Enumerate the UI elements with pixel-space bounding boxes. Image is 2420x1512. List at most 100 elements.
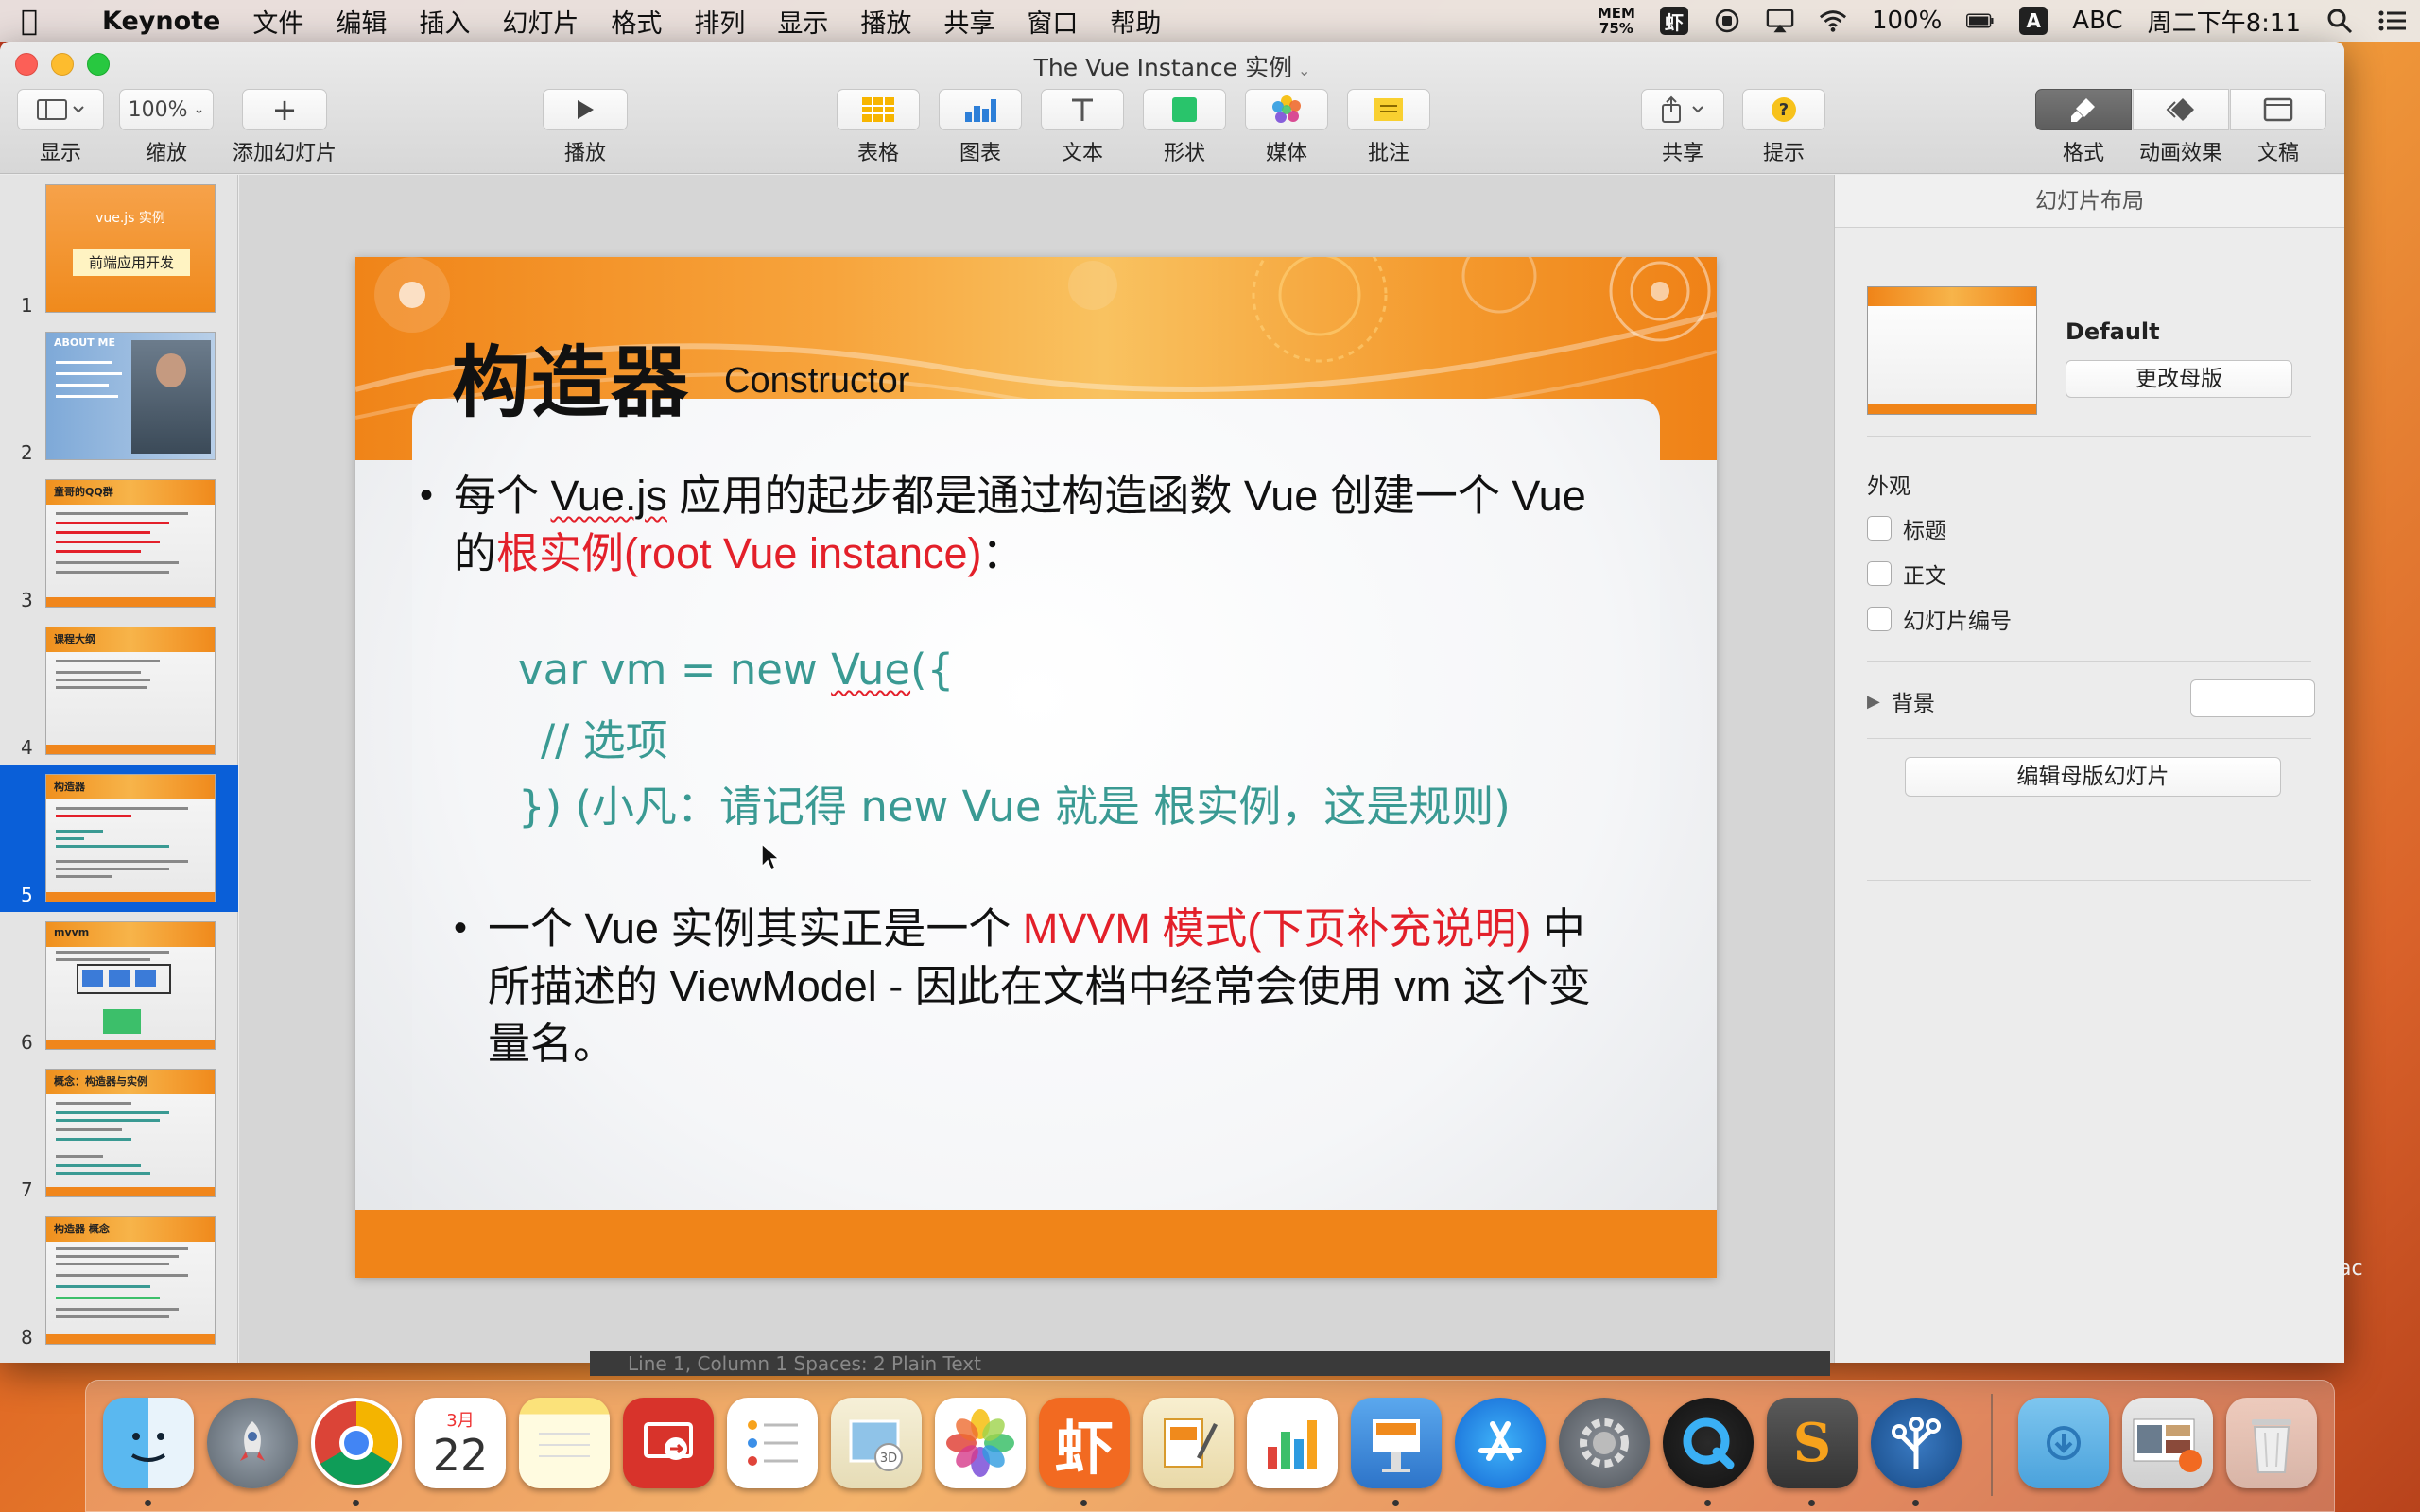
table-toolbar-item[interactable]: 表格 bbox=[837, 89, 920, 166]
app-store-icon[interactable] bbox=[1455, 1398, 1546, 1488]
zoom-select[interactable]: 100% ⌄ bbox=[119, 89, 214, 130]
background-disclosure[interactable]: ▶ 背景 bbox=[1867, 685, 1935, 717]
quicktime-icon[interactable] bbox=[1663, 1398, 1754, 1488]
insert-table-button[interactable] bbox=[837, 89, 920, 130]
pages-icon[interactable] bbox=[1143, 1398, 1234, 1488]
calendar-icon[interactable]: 3月 22 bbox=[415, 1398, 506, 1488]
body-checkbox-row[interactable]: 正文 bbox=[1867, 558, 1946, 590]
tips-toolbar-item[interactable]: ? 提示 bbox=[1742, 89, 1825, 166]
body-checkbox[interactable] bbox=[1867, 561, 1892, 586]
change-master-button[interactable]: 更改母版 bbox=[2066, 360, 2292, 398]
slide-thumbnail-6[interactable]: mvvm 6 bbox=[0, 912, 238, 1059]
sourcetree-icon[interactable] bbox=[1871, 1398, 1962, 1488]
view-toolbar-item[interactable]: 显示 bbox=[17, 89, 104, 166]
insert-text-button[interactable] bbox=[1041, 89, 1124, 130]
recent-screenshots-stack-icon[interactable] bbox=[2122, 1398, 2213, 1488]
photos-icon[interactable] bbox=[935, 1398, 1026, 1488]
add-slide-toolbar-item[interactable]: + 添加幻灯片 bbox=[233, 89, 337, 166]
play-button[interactable] bbox=[543, 89, 628, 130]
tips-button[interactable]: ? bbox=[1742, 89, 1825, 130]
xiami-music-icon[interactable]: 虾 bbox=[1039, 1398, 1130, 1488]
insert-shape-button[interactable] bbox=[1143, 89, 1226, 130]
slide-subtitle[interactable]: Constructor bbox=[724, 361, 909, 402]
menubar-clock[interactable]: 周二下午8:11 bbox=[2148, 4, 2301, 39]
share-button[interactable] bbox=[1641, 89, 1724, 130]
document-inspector-button[interactable] bbox=[2230, 89, 2326, 130]
master-slide-thumbnail[interactable] bbox=[1867, 286, 2037, 415]
slide-canvas[interactable]: 构造器 Constructor 每个 Vue.js 应用的起步都是通过构造函数 … bbox=[239, 175, 1834, 1363]
notification-center-icon[interactable] bbox=[2378, 7, 2407, 35]
background-color-well[interactable] bbox=[2190, 679, 2315, 717]
keynote-app-icon[interactable] bbox=[1351, 1398, 1442, 1488]
wifi-icon[interactable] bbox=[1819, 7, 1847, 35]
play-toolbar-item[interactable]: 播放 bbox=[543, 89, 628, 166]
title-checkbox[interactable] bbox=[1867, 516, 1892, 541]
spotlight-search-icon[interactable] bbox=[2325, 7, 2354, 35]
format-toolbar-item[interactable]: 格式 bbox=[2035, 89, 2132, 166]
menu-insert[interactable]: 插入 bbox=[419, 3, 470, 40]
share-toolbar-item[interactable]: 共享 bbox=[1641, 89, 1724, 166]
menu-play[interactable]: 播放 bbox=[860, 3, 911, 40]
zoom-toolbar-item[interactable]: 100% ⌄ 缩放 bbox=[119, 89, 214, 166]
preview-3d-icon[interactable]: 3D bbox=[831, 1398, 922, 1488]
menu-format[interactable]: 格式 bbox=[611, 3, 662, 40]
document-toolbar-item[interactable]: 文稿 bbox=[2230, 89, 2326, 166]
menu-share[interactable]: 共享 bbox=[943, 3, 994, 40]
insert-chart-button[interactable] bbox=[939, 89, 1022, 130]
media-toolbar-item[interactable]: 媒体 bbox=[1245, 89, 1328, 166]
slide-thumbnail-3[interactable]: 童哥的QQ群 3 bbox=[0, 470, 238, 617]
window-title[interactable]: The Vue Instance 实例 ⌄ bbox=[0, 49, 2344, 83]
current-slide[interactable]: 构造器 Constructor 每个 Vue.js 应用的起步都是通过构造函数 … bbox=[355, 257, 1717, 1278]
input-source-badge[interactable]: A bbox=[2019, 7, 2048, 35]
chart-toolbar-item[interactable]: 图表 bbox=[939, 89, 1022, 166]
menu-slide[interactable]: 幻灯片 bbox=[502, 3, 579, 40]
animate-inspector-button[interactable] bbox=[2133, 89, 2229, 130]
downloads-folder-icon[interactable] bbox=[2018, 1398, 2109, 1488]
menu-help[interactable]: 帮助 bbox=[1110, 3, 1161, 40]
notes-icon[interactable] bbox=[519, 1398, 610, 1488]
apple-menu-icon[interactable]:  bbox=[0, 5, 59, 38]
slide-thumbnail-5[interactable]: 构造器 5 bbox=[0, 765, 238, 912]
slide-thumbnail-7[interactable]: 概念：构造器与实例 7 bbox=[0, 1059, 238, 1207]
title-checkbox-row[interactable]: 标题 bbox=[1867, 512, 1946, 544]
menu-view[interactable]: 显示 bbox=[777, 3, 828, 40]
menu-arrange[interactable]: 排列 bbox=[694, 3, 745, 40]
slide-thumbnail-1[interactable]: vue.js 实例 前端应用开发 1 bbox=[0, 175, 238, 322]
insert-comment-button[interactable] bbox=[1347, 89, 1430, 130]
menu-edit[interactable]: 编辑 bbox=[336, 3, 387, 40]
view-button[interactable] bbox=[17, 89, 104, 130]
text-toolbar-item[interactable]: 文本 bbox=[1041, 89, 1124, 166]
slide-thumbnail-2[interactable]: ABOUT ME 2 bbox=[0, 322, 238, 470]
menu-app-name[interactable]: Keynote bbox=[102, 7, 220, 36]
battery-icon[interactable] bbox=[1966, 7, 1995, 35]
numbers-icon[interactable] bbox=[1247, 1398, 1338, 1488]
slide-navigator[interactable]: vue.js 实例 前端应用开发 1 ABOUT ME 2 童哥的QQ群 3 课… bbox=[0, 175, 238, 1363]
animate-toolbar-item[interactable]: 动画效果 bbox=[2133, 89, 2229, 166]
xiami-tray-icon[interactable]: 虾 bbox=[1659, 7, 1688, 35]
slide-number-checkbox[interactable] bbox=[1867, 607, 1892, 631]
slide-thumbnail-8[interactable]: 构造器 概念 8 bbox=[0, 1207, 238, 1354]
menu-window[interactable]: 窗口 bbox=[1027, 3, 1078, 40]
finder-icon[interactable] bbox=[103, 1398, 194, 1488]
airplay-icon[interactable] bbox=[1766, 7, 1794, 35]
add-slide-button[interactable]: + bbox=[242, 89, 327, 130]
system-preferences-gear-icon[interactable] bbox=[1559, 1398, 1650, 1488]
disclosure-triangle-icon[interactable]: ▶ bbox=[1867, 692, 1880, 712]
trash-icon[interactable] bbox=[2226, 1398, 2317, 1488]
shape-toolbar-item[interactable]: 形状 bbox=[1143, 89, 1226, 166]
record-icon[interactable] bbox=[1713, 7, 1741, 35]
comment-toolbar-item[interactable]: 批注 bbox=[1347, 89, 1430, 166]
slide-number-checkbox-row[interactable]: 幻灯片编号 bbox=[1867, 603, 2012, 635]
sublime-text-icon[interactable]: S bbox=[1767, 1398, 1858, 1488]
input-source-label[interactable]: ABC bbox=[2072, 7, 2122, 35]
chrome-browser-icon[interactable] bbox=[311, 1398, 402, 1488]
slide-title[interactable]: 构造器 bbox=[452, 319, 690, 432]
slide-body-text[interactable]: 每个 Vue.js 应用的起步都是通过构造函数 Vue 创建一个 Vue 的根实… bbox=[420, 467, 1626, 582]
reminders-icon[interactable] bbox=[727, 1398, 818, 1488]
memory-monitor[interactable]: MEM 75% bbox=[1598, 6, 1635, 36]
insert-media-button[interactable] bbox=[1245, 89, 1328, 130]
menu-file[interactable]: 文件 bbox=[252, 3, 303, 40]
slide-thumbnail-4[interactable]: 课程大纲 4 bbox=[0, 617, 238, 765]
edit-master-slides-button[interactable]: 编辑母版幻灯片 bbox=[1905, 757, 2281, 797]
format-inspector-button[interactable] bbox=[2035, 89, 2132, 130]
